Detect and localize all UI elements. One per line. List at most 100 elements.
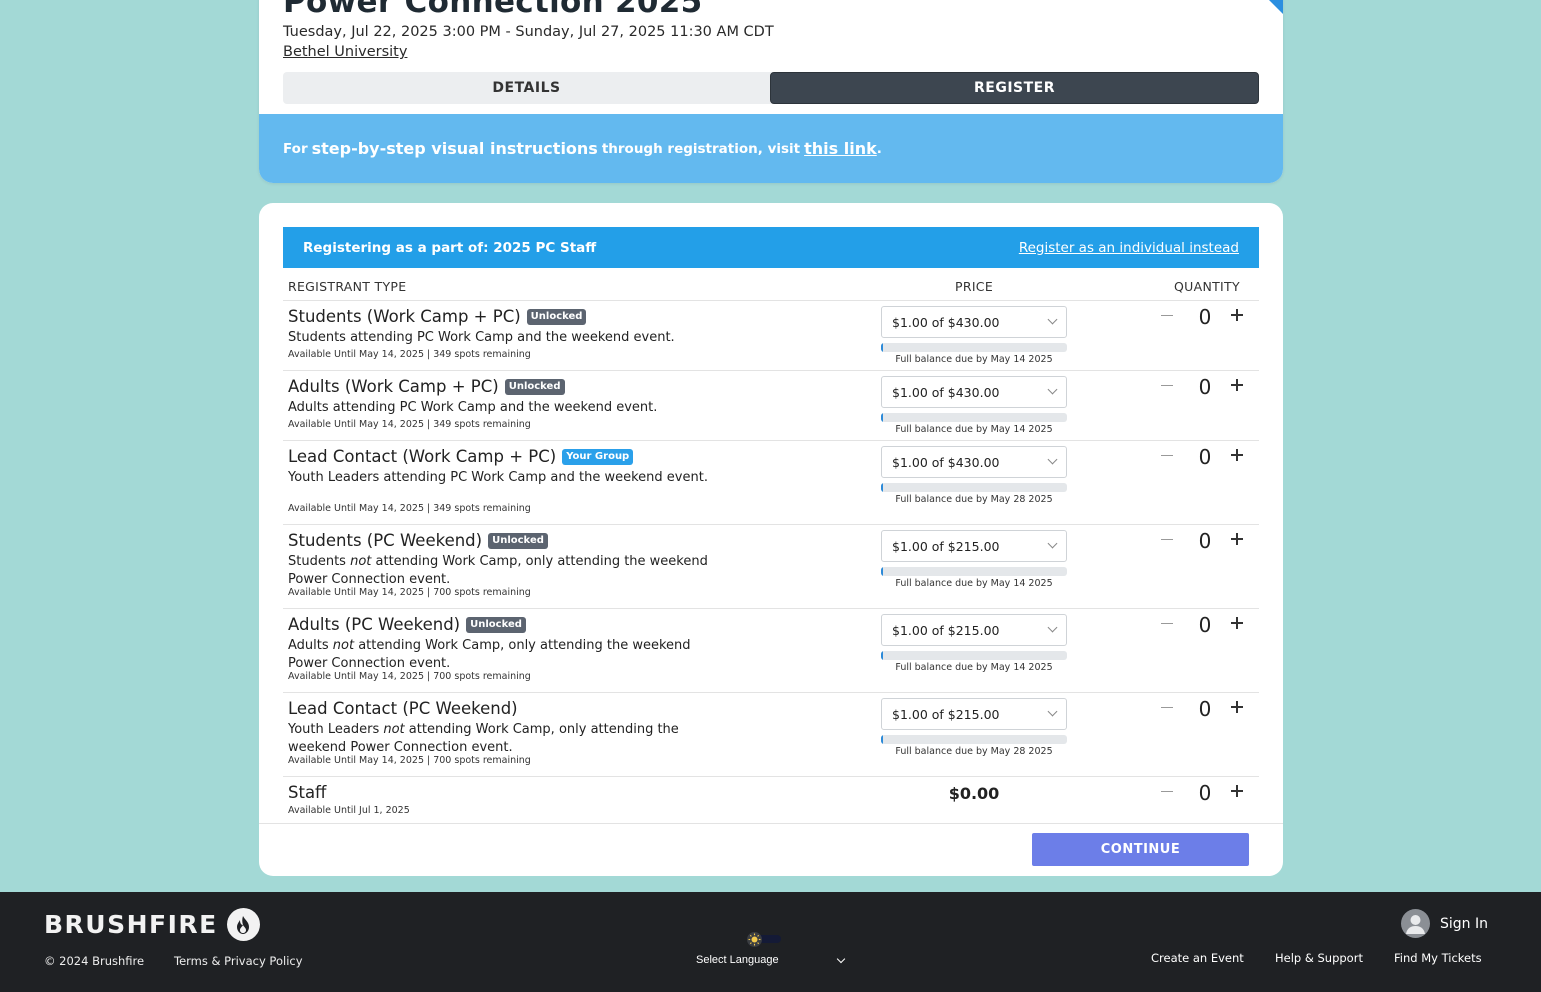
registrant-name: Adults (Work Camp + PC) Unlocked — [288, 377, 565, 396]
chevron-down-icon — [1047, 538, 1058, 549]
event-header-card: Power Connection 2025 Tuesday, Jul 22, 2… — [259, 0, 1283, 183]
price-select-value: $1.00 of $215.00 — [892, 538, 1000, 554]
event-tabs: DETAILS REGISTER — [283, 72, 1259, 104]
chevron-down-icon — [836, 954, 846, 964]
minus-icon[interactable] — [1161, 539, 1173, 541]
balance-due-text: Full balance due by May 28 2025 — [895, 746, 1053, 757]
table-row: Adults (PC Weekend) Unlocked Adults not at… — [283, 609, 1259, 693]
description-emphasis: not — [383, 722, 405, 737]
plus-icon[interactable] — [1231, 309, 1243, 321]
sun-icon — [747, 932, 762, 947]
quantity-value: 0 — [1198, 375, 1212, 399]
price-select[interactable]: $1.00 of $215.00 — [881, 530, 1067, 562]
description-text: Adults — [288, 638, 333, 653]
action-bar: CONTINUE — [259, 823, 1283, 876]
chevron-down-icon — [1047, 622, 1058, 633]
payment-progress-fill — [881, 735, 883, 744]
minus-icon[interactable] — [1161, 315, 1173, 317]
quantity-value: 0 — [1198, 781, 1212, 805]
plus-icon[interactable] — [1231, 379, 1243, 391]
payment-progress-fill — [881, 483, 883, 492]
status-badge: Your Group — [562, 448, 634, 465]
language-select[interactable]: Select Language — [696, 954, 848, 966]
price-select[interactable]: $1.00 of $430.00 — [881, 376, 1067, 408]
quantity-stepper: 0 — [1161, 613, 1245, 637]
description-text: Students attending PC Work Camp and the … — [288, 330, 675, 345]
continue-button[interactable]: CONTINUE — [1032, 833, 1249, 866]
price-select[interactable]: $1.00 of $215.00 — [881, 614, 1067, 646]
registrant-description: Youth Leaders attending PC Work Camp and… — [288, 469, 708, 487]
plus-icon[interactable] — [1231, 785, 1243, 797]
payment-progress-bar — [881, 651, 1067, 660]
user-avatar-icon — [1401, 909, 1430, 938]
privacy-link[interactable]: Terms & Privacy Policy — [174, 954, 303, 968]
minus-icon[interactable] — [1161, 791, 1173, 793]
minus-icon[interactable] — [1161, 385, 1173, 387]
minus-icon[interactable] — [1161, 455, 1173, 457]
minus-icon[interactable] — [1161, 707, 1173, 709]
plus-icon[interactable] — [1231, 617, 1243, 629]
availability-text: Available Until May 14, 2025 | 700 spots… — [288, 587, 531, 598]
price-select[interactable]: $1.00 of $430.00 — [881, 446, 1067, 478]
register-individual-link[interactable]: Register as an individual instead — [1019, 240, 1239, 256]
quantity-value: 0 — [1198, 445, 1212, 469]
description-text: Students — [288, 554, 351, 569]
status-badge: Unlocked — [466, 616, 526, 633]
instructions-prefix: For — [283, 140, 308, 157]
availability-text: Available Until Jul 1, 2025 — [288, 805, 410, 816]
quantity-value: 0 — [1198, 305, 1212, 329]
payment-progress-bar — [881, 567, 1067, 576]
group-banner: Registering as a part of: 2025 PC Staff … — [283, 227, 1259, 268]
plus-icon[interactable] — [1231, 701, 1243, 713]
header-quantity: QUANTITY — [1174, 279, 1240, 294]
availability-text: Available Until May 14, 2025 | 349 spots… — [288, 419, 531, 430]
registrant-description: Youth Leaders not attending Work Camp, o… — [288, 721, 708, 757]
event-venue-link[interactable]: Bethel University — [283, 44, 407, 60]
registrant-name-text: Students (PC Weekend) — [288, 531, 483, 550]
price-select-value: $1.00 of $215.00 — [892, 706, 1000, 722]
help-support-link[interactable]: Help & Support — [1275, 951, 1363, 965]
tab-register[interactable]: REGISTER — [770, 72, 1259, 104]
registrant-name: Students (Work Camp + PC) Unlocked — [288, 307, 587, 326]
instructions-link[interactable]: this link — [804, 139, 877, 158]
brand-logo-link[interactable]: BRUSHFIRE — [44, 908, 260, 941]
availability-text: Available Until May 14, 2025 | 349 spots… — [288, 503, 531, 514]
header-price: PRICE — [955, 279, 994, 294]
description-emphasis: not — [332, 638, 355, 653]
payment-progress-bar — [881, 483, 1067, 492]
table-row: Students (PC Weekend) Unlocked Students no… — [283, 525, 1259, 609]
sign-in-button[interactable]: Sign In — [1401, 909, 1488, 938]
payment-progress-fill — [881, 567, 883, 576]
event-dates: Tuesday, Jul 22, 2025 3:00 PM - Sunday, … — [283, 24, 774, 40]
registrant-name: Students (PC Weekend) Unlocked — [288, 531, 548, 550]
price-select[interactable]: $1.00 of $215.00 — [881, 698, 1067, 730]
description-text: Youth Leaders attending PC Work Camp and… — [288, 470, 708, 485]
plus-icon[interactable] — [1231, 533, 1243, 545]
balance-due-text: Full balance due by May 14 2025 — [895, 578, 1053, 589]
create-event-link[interactable]: Create an Event — [1151, 951, 1244, 965]
registrant-description: Adults attending PC Work Camp and the we… — [288, 399, 708, 417]
chevron-down-icon — [1047, 384, 1058, 395]
balance-due-text: Full balance due by May 14 2025 — [895, 662, 1053, 673]
theme-toggle[interactable] — [747, 932, 781, 947]
registrant-name: Lead Contact (PC Weekend) — [288, 699, 518, 718]
payment-progress-fill — [881, 413, 883, 422]
registrant-name-text: Lead Contact (PC Weekend) — [288, 699, 518, 718]
minus-icon[interactable] — [1161, 623, 1173, 625]
table-row: Adults (Work Camp + PC) Unlocked Adults at… — [283, 371, 1259, 441]
price-select-value: $1.00 of $430.00 — [892, 314, 1000, 330]
quantity-value: 0 — [1198, 697, 1212, 721]
tab-details[interactable]: DETAILS — [283, 72, 770, 104]
flame-icon — [226, 908, 260, 941]
price-select-value: $1.00 of $430.00 — [892, 454, 1000, 470]
registrant-name: Lead Contact (Work Camp + PC) Your Group — [288, 447, 634, 466]
registrant-description: Students not attending Work Camp, only a… — [288, 553, 708, 589]
price-select[interactable]: $1.00 of $430.00 — [881, 306, 1067, 338]
plus-icon[interactable] — [1231, 449, 1243, 461]
status-badge: Unlocked — [526, 308, 587, 325]
find-tickets-link[interactable]: Find My Tickets — [1394, 951, 1482, 965]
registrant-name: Adults (PC Weekend) Unlocked — [288, 615, 526, 634]
language-label: Select Language — [696, 954, 779, 966]
quantity-stepper: 0 — [1161, 529, 1245, 553]
status-badge: Unlocked — [504, 378, 565, 395]
